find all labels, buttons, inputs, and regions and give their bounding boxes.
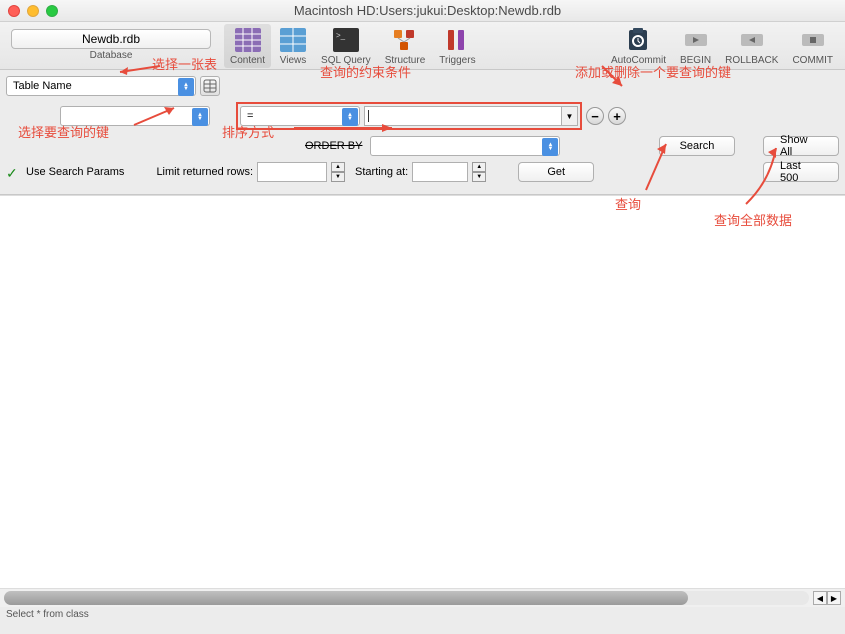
commit-button[interactable]: COMMIT [786,24,839,68]
scrollbar-track[interactable] [4,591,809,605]
key-select[interactable]: ▲▼ [60,106,210,126]
table-name-text: Table Name [7,80,78,92]
close-window-button[interactable] [8,5,20,17]
table-name-select[interactable]: Table Name ▲▼ [6,76,196,96]
minimize-window-button[interactable] [27,5,39,17]
content-area [0,195,845,589]
limit-label: Limit returned rows: [156,166,253,178]
select-arrows-icon: ▲▼ [342,108,358,126]
limit-stepper[interactable]: ▲▼ [331,162,345,182]
database-button[interactable]: Newdb.rdb [11,29,211,49]
remove-key-button[interactable]: − [586,107,604,125]
starting-label: Starting at: [355,166,408,178]
sql-query-tab[interactable]: >_ SQL Query [315,24,377,68]
starting-stepper[interactable]: ▲▼ [472,162,486,182]
begin-button[interactable]: BEGIN [674,24,717,68]
structure-icon [391,26,419,54]
order-by-label: ORDER BY [305,140,362,152]
triggers-icon [443,26,471,54]
grid-icon [203,79,217,93]
svg-text:>_: >_ [336,31,346,40]
content-tab[interactable]: Content [224,24,271,68]
window-title: Macintosh HD:Users:jukui:Desktop:Newdb.r… [58,3,797,18]
structure-tab[interactable]: Structure [379,24,432,68]
commit-label: COMMIT [792,55,833,66]
scroll-right-button[interactable]: ▶ [827,591,841,605]
horizontal-scroll: ◀ ▶ [0,589,845,607]
status-bar: Select * from class [0,607,845,623]
show-all-button[interactable]: Show All [763,136,839,156]
get-button[interactable]: Get [518,162,594,182]
zoom-window-button[interactable] [46,5,58,17]
rollback-label: ROLLBACK [725,55,778,66]
operator-text: = [241,110,259,122]
sql-icon: >_ [332,26,360,54]
starting-input[interactable] [412,162,468,182]
rollback-icon [738,26,766,54]
database-label: Database [90,50,133,61]
select-arrows-icon: ▲▼ [178,78,194,96]
views-icon [279,26,307,54]
constraint-box: = ▲▼ ▼ [236,102,582,130]
triggers-tab[interactable]: Triggers [433,24,481,68]
query-area: 选择一张表 查询的约束条件 添加或删除一个要查询的键 选择要查询的键 排序方式 … [0,70,845,195]
table-info-button[interactable] [200,76,220,96]
autocommit-icon [624,26,652,54]
autocommit-button[interactable]: AutoCommit [605,24,672,68]
begin-icon [682,26,710,54]
views-tab[interactable]: Views [273,24,313,68]
value-combo[interactable]: ▼ [364,106,578,126]
content-label: Content [230,55,265,66]
select-arrows-icon: ▲▼ [542,138,558,156]
sql-label: SQL Query [321,55,371,66]
titlebar: Macintosh HD:Users:jukui:Desktop:Newdb.r… [0,0,845,22]
scrollbar-thumb[interactable] [4,591,688,605]
check-icon: ✓ [6,165,20,179]
scroll-left-button[interactable]: ◀ [813,591,827,605]
triggers-label: Triggers [439,55,475,66]
use-search-params-label: Use Search Params [26,166,124,178]
search-button[interactable]: Search [659,136,735,156]
last-button[interactable]: Last 500 [763,162,839,182]
commit-icon [799,26,827,54]
begin-label: BEGIN [680,55,711,66]
limit-input[interactable] [257,162,327,182]
traffic-lights [8,5,58,17]
combo-arrow-icon: ▼ [561,107,577,125]
toolbar: Newdb.rdb Database Content Views >_ SQL … [0,22,845,70]
database-section: Newdb.rdb Database [6,24,216,61]
views-label: Views [280,55,307,66]
rollback-button[interactable]: ROLLBACK [719,24,784,68]
autocommit-label: AutoCommit [611,55,666,66]
add-key-button[interactable]: + [608,107,626,125]
content-icon [234,26,262,54]
order-by-select[interactable]: ▲▼ [370,136,560,156]
select-arrows-icon: ▲▼ [192,108,208,126]
operator-select[interactable]: = ▲▼ [240,106,360,126]
structure-label: Structure [385,55,426,66]
